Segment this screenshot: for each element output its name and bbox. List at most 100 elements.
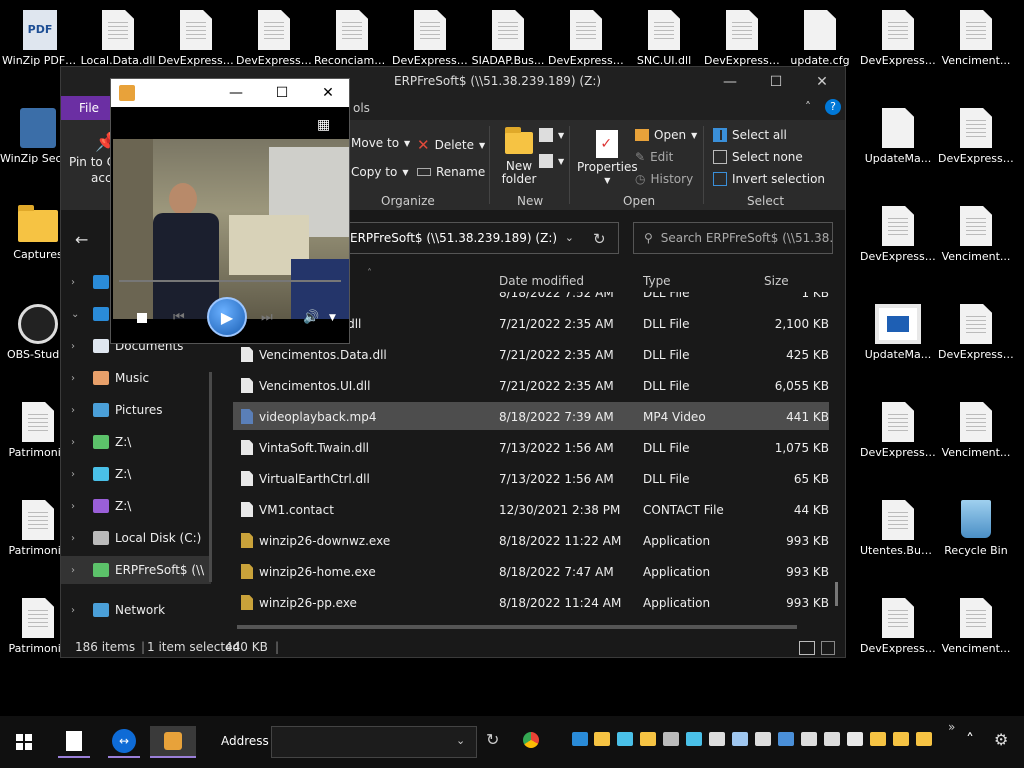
desktop-icon[interactable]: Venciment...	[938, 10, 1014, 67]
address-bar[interactable]: ERPFreSoft$ (\\51.38.239.189) (Z:) ⌄	[343, 222, 619, 254]
desktop-icon[interactable]: SIADAP.Bus...	[470, 10, 546, 67]
table-row[interactable]: Vencimentos.UI.dll 7/21/2022 2:35 AM DLL F…	[233, 371, 829, 399]
chevron-right-icon[interactable]: ›	[71, 277, 85, 288]
quick-launch-icon[interactable]	[663, 732, 679, 746]
table-row[interactable]: VirtualEarthCtrl.dll 7/13/2022 1:56 AM DLL…	[233, 464, 829, 492]
chevron-down-icon[interactable]: ⌄	[456, 734, 465, 747]
nav-item[interactable]: › Pictures	[61, 396, 211, 424]
desktop-icon[interactable]: DevExpress....	[938, 304, 1014, 361]
chrome-icon[interactable]	[523, 732, 539, 748]
chevron-right-icon[interactable]: ›	[71, 605, 85, 616]
quick-launch-icon[interactable]	[893, 732, 909, 746]
chevron-right-icon[interactable]: ›	[71, 501, 85, 512]
chevron-right-icon[interactable]: ›	[71, 565, 85, 576]
file-list-scrollbar[interactable]	[835, 292, 839, 622]
show-hidden-icons[interactable]: ˄	[966, 730, 974, 749]
desktop-icon[interactable]: DevExpress....	[938, 108, 1014, 165]
horizontal-scrollbar[interactable]	[237, 625, 797, 629]
taskbar-notepad[interactable]	[58, 726, 90, 758]
overflow-chevron-icon[interactable]: »	[948, 720, 955, 734]
nav-item[interactable]: › Z:\	[61, 492, 211, 520]
quick-launch-icon[interactable]	[755, 732, 771, 746]
chevron-right-icon[interactable]: ›	[71, 437, 85, 448]
quick-launch-icon[interactable]	[870, 732, 886, 746]
play-icon[interactable]: ▶	[207, 297, 247, 337]
quick-launch-icon[interactable]	[824, 732, 840, 746]
desktop-icon[interactable]: SNC.UI.dll	[626, 10, 702, 67]
desktop-icon[interactable]: DevExpress....	[392, 10, 468, 67]
collapse-ribbon-icon[interactable]: ˄	[805, 100, 811, 114]
volume-icon[interactable]: 🔊	[303, 310, 319, 325]
quick-launch-icon[interactable]	[617, 732, 633, 746]
chevron-right-icon[interactable]: ⌄	[71, 309, 85, 320]
desktop-icon[interactable]: Reconciamo...	[314, 10, 390, 67]
player-maximize-button[interactable]: ☐	[259, 79, 305, 107]
quick-launch-icon[interactable]	[709, 732, 725, 746]
desktop-icon[interactable]: Recycle Bin	[938, 500, 1014, 557]
desktop-icon[interactable]: DevExpress....	[860, 598, 936, 655]
desktop-icon[interactable]: PDFWinZip PDF Express	[2, 10, 78, 67]
nav-item[interactable]: › Z:\	[61, 460, 211, 488]
chevron-down-icon[interactable]: ▼	[329, 313, 336, 323]
column-type[interactable]: Type	[643, 274, 671, 288]
desktop-icon[interactable]: update.cfg	[782, 10, 858, 67]
table-row[interactable]: VintaSoft.Twain.dll 7/13/2022 1:56 AM DLL …	[233, 433, 829, 461]
properties-button[interactable]: ✓ Properties ▼	[577, 130, 638, 185]
tab-file[interactable]: File	[61, 96, 117, 120]
table-row[interactable]: winzip26-home.exe 8/18/2022 7:47 AM Applic…	[233, 557, 829, 585]
chevron-right-icon[interactable]: ›	[71, 405, 85, 416]
taskbar-media-player[interactable]	[150, 726, 196, 758]
seek-bar[interactable]	[119, 280, 341, 282]
chevron-right-icon[interactable]: ›	[71, 533, 85, 544]
new-folder-button[interactable]: New folder	[499, 127, 539, 186]
copy-to-button[interactable]: Copy to ▼	[351, 165, 408, 179]
video-frame[interactable]	[113, 139, 349, 319]
nav-item[interactable]: › Network	[61, 596, 211, 624]
desktop-icon[interactable]: DevExpress....	[860, 206, 936, 263]
gear-icon[interactable]: ⚙	[994, 730, 1008, 749]
desktop-icon[interactable]: Venciment...	[938, 598, 1014, 655]
quick-launch-icon[interactable]	[801, 732, 817, 746]
edit-button[interactable]: ✎ Edit	[635, 150, 673, 164]
desktop-icon[interactable]: Venciment...	[938, 402, 1014, 459]
easy-access-button[interactable]: ▼	[539, 154, 564, 168]
chevron-right-icon[interactable]: ›	[71, 469, 85, 480]
column-date[interactable]: Date modified	[499, 274, 584, 288]
history-button[interactable]: ◷ History	[635, 172, 693, 186]
next-icon[interactable]: ⏭	[261, 310, 273, 325]
large-icons-view-icon[interactable]	[821, 641, 835, 655]
desktop-icon[interactable]: DevExpress....	[704, 10, 780, 67]
minimize-button[interactable]: —	[707, 67, 753, 96]
rename-button[interactable]: Rename	[417, 165, 485, 179]
close-button[interactable]: ✕	[799, 67, 845, 96]
nav-item[interactable]: › Local Disk (C:)	[61, 524, 211, 552]
quick-launch-icon[interactable]	[640, 732, 656, 746]
desktop-icon[interactable]: DevExpress....	[158, 10, 234, 67]
desktop-icon[interactable]: DevExpress....	[548, 10, 624, 67]
details-view-icon[interactable]	[799, 641, 815, 655]
stop-icon[interactable]	[137, 313, 147, 323]
quick-launch-icon[interactable]	[686, 732, 702, 746]
desktop-icon[interactable]: DevExpress....	[236, 10, 312, 67]
back-arrow-icon[interactable]: ←	[75, 230, 88, 249]
start-button[interactable]	[8, 726, 40, 758]
player-close-button[interactable]: ✕	[305, 79, 351, 107]
chevron-right-icon[interactable]: ›	[71, 373, 85, 384]
nav-item[interactable]: › Music	[61, 364, 211, 392]
chevron-down-icon[interactable]: ⌄	[565, 231, 574, 244]
tab-tools[interactable]: ols	[353, 101, 370, 115]
search-input[interactable]: ⚲ Search ERPFreSoft$ (\\51.38....	[633, 222, 833, 254]
nav-scrollbar[interactable]	[209, 372, 212, 582]
address-toolbar-input[interactable]	[271, 726, 477, 758]
help-icon[interactable]: ?	[825, 99, 841, 115]
player-minimize-button[interactable]: —	[213, 79, 259, 107]
quick-launch-icon[interactable]	[778, 732, 794, 746]
desktop-icon[interactable]: Venciment...	[938, 206, 1014, 263]
quick-launch-icon[interactable]	[847, 732, 863, 746]
column-size[interactable]: Size	[764, 274, 789, 288]
quick-launch-icon[interactable]	[594, 732, 610, 746]
switch-view-icon[interactable]: ▦	[317, 117, 330, 133]
quick-launch-icon[interactable]	[572, 732, 588, 746]
desktop-icon[interactable]: UpdateMa...	[860, 108, 936, 165]
select-all-button[interactable]: Select all	[713, 128, 787, 142]
